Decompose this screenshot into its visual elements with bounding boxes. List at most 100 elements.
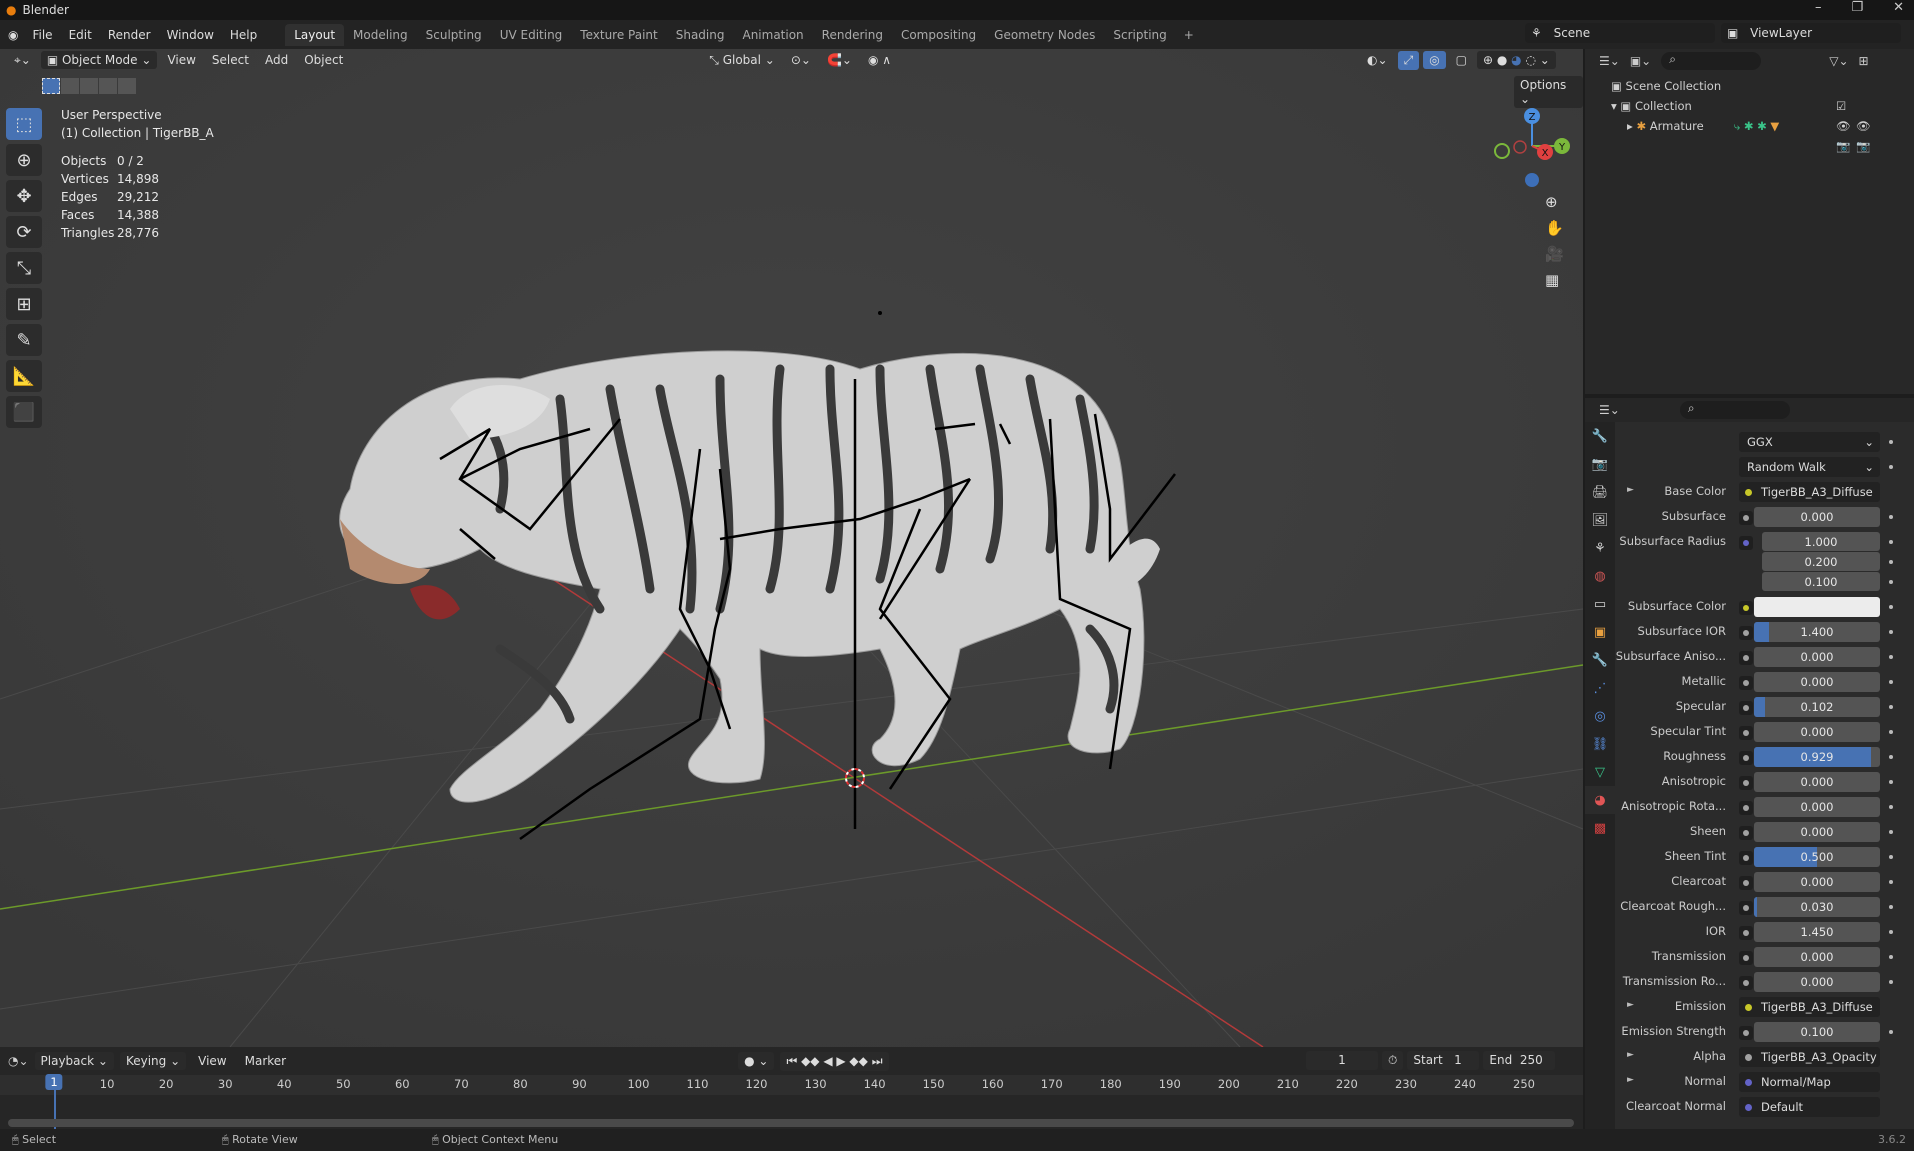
- property-value-field[interactable]: 1.400: [1754, 622, 1880, 642]
- expand-arrow-icon[interactable]: ►: [1627, 485, 1634, 495]
- tab-compositing[interactable]: Compositing: [892, 24, 985, 46]
- annotate-tool-icon[interactable]: ✎: [6, 324, 42, 356]
- menu-render[interactable]: Render: [100, 28, 159, 42]
- constraints-tab-icon[interactable]: ⛓: [1585, 730, 1615, 758]
- tab-scripting[interactable]: Scripting: [1104, 24, 1175, 46]
- tab-sculpting[interactable]: Sculpting: [417, 24, 491, 46]
- menu-object[interactable]: Object: [298, 51, 349, 69]
- socket-icon[interactable]: [1739, 1026, 1753, 1040]
- tab-rendering[interactable]: Rendering: [813, 24, 892, 46]
- outliner-item-collection[interactable]: ▾ ▣ Collection ☑ 👁 📷: [1611, 96, 1851, 153]
- socket-icon[interactable]: [1739, 726, 1753, 740]
- property-value-field[interactable]: 0.200: [1762, 552, 1880, 571]
- select-new-icon[interactable]: [42, 78, 60, 94]
- tab-uv-editing[interactable]: UV Editing: [491, 24, 572, 46]
- property-value-field[interactable]: 0.000: [1754, 672, 1880, 692]
- add-cube-tool-icon[interactable]: ⬛: [6, 396, 42, 428]
- tab-geometry-nodes[interactable]: Geometry Nodes: [985, 24, 1104, 46]
- socket-icon[interactable]: [1739, 751, 1753, 765]
- move-tool-icon[interactable]: ✥: [6, 180, 42, 212]
- render-tab-icon[interactable]: 📷: [1585, 450, 1615, 478]
- menu-view[interactable]: View: [161, 51, 201, 69]
- property-dropdown[interactable]: Random Walk ⌄: [1739, 457, 1880, 477]
- socket-icon[interactable]: [1739, 651, 1753, 665]
- menu-add[interactable]: Add: [259, 51, 294, 69]
- keyframe-dot-icon[interactable]: [1889, 655, 1893, 659]
- playback-menu[interactable]: Playback ⌄: [34, 1052, 114, 1070]
- filter-icon[interactable]: ▽⌄: [1829, 54, 1848, 68]
- options-dropdown[interactable]: Options ⌄: [1514, 76, 1583, 108]
- mode-dropdown[interactable]: ▣ Object Mode ⌄: [40, 51, 158, 69]
- ortho-toggle-icon[interactable]: ▦: [1545, 271, 1564, 289]
- linked-input[interactable]: TigerBB_A3_Opacity: [1739, 1047, 1880, 1067]
- new-collection-icon[interactable]: ⊞: [1859, 54, 1869, 68]
- socket-icon[interactable]: [1739, 876, 1753, 890]
- preview-range-icon[interactable]: ⏱: [1382, 1051, 1404, 1070]
- outliner-display-mode-icon[interactable]: ☰⌄: [1599, 54, 1620, 68]
- close-button[interactable]: ✕: [1893, 0, 1904, 15]
- property-value-field[interactable]: 0.000: [1754, 972, 1880, 992]
- rotate-tool-icon[interactable]: ⟳: [6, 216, 42, 248]
- keyframe-dot-icon[interactable]: [1889, 805, 1893, 809]
- particles-tab-icon[interactable]: ⋰: [1585, 674, 1615, 702]
- scale-tool-icon[interactable]: ⤡: [6, 252, 42, 284]
- property-dropdown[interactable]: GGX ⌄: [1739, 432, 1880, 452]
- world-tab-icon[interactable]: ◍: [1585, 562, 1615, 590]
- socket-icon[interactable]: [1739, 951, 1753, 965]
- property-value-field[interactable]: 0.000: [1754, 647, 1880, 667]
- socket-icon[interactable]: [1739, 776, 1753, 790]
- tab-layout[interactable]: Layout: [285, 23, 345, 46]
- maximize-button[interactable]: ❐: [1851, 0, 1863, 15]
- keyframe-dot-icon[interactable]: [1889, 515, 1893, 519]
- tool-tab-icon[interactable]: 🔧: [1585, 422, 1615, 450]
- select-box-tool-icon[interactable]: ⬚: [6, 108, 42, 140]
- modifier-tab-icon[interactable]: 🔧: [1585, 646, 1615, 674]
- scene-selector[interactable]: ⚘ Scene: [1525, 23, 1715, 43]
- keyframe-dot-icon[interactable]: [1889, 680, 1893, 684]
- select-invert-icon[interactable]: [99, 78, 117, 94]
- tab-shading[interactable]: Shading: [667, 24, 734, 46]
- material-tab-icon[interactable]: ◕: [1585, 786, 1615, 814]
- keyframe-dot-icon[interactable]: [1889, 955, 1893, 959]
- keyframe-dot-icon[interactable]: [1889, 560, 1893, 564]
- cursor-tool-icon[interactable]: ⊕: [6, 144, 42, 176]
- timeline-scrollbar[interactable]: [8, 1119, 1574, 1127]
- 3d-viewport[interactable]: Z Y X ⊕ ✋ 🎥 ▦ Options ⌄: [0, 49, 1583, 1047]
- socket-icon[interactable]: [1739, 701, 1753, 715]
- property-value-field[interactable]: 0.102: [1754, 697, 1880, 717]
- tab-texture-paint[interactable]: Texture Paint: [571, 24, 666, 46]
- outliner-item-armature[interactable]: ▸ ✱ Armature ⤷ ✱ ✱ ▼ 👁 📷: [1611, 116, 1871, 153]
- keyframe-dot-icon[interactable]: [1889, 540, 1893, 544]
- property-value-field[interactable]: 0.000: [1754, 872, 1880, 892]
- property-value-field[interactable]: 0.929: [1754, 747, 1880, 767]
- keyframe-dot-icon[interactable]: [1889, 905, 1893, 909]
- expand-arrow-icon[interactable]: ►: [1627, 1000, 1634, 1010]
- shading-mode-icons[interactable]: ⊕ ● ◕ ◌ ⌄: [1477, 51, 1556, 69]
- socket-icon[interactable]: [1739, 976, 1753, 990]
- start-frame-field[interactable]: Start 1: [1407, 1051, 1480, 1070]
- socket-icon[interactable]: [1739, 536, 1753, 550]
- socket-icon[interactable]: [1739, 801, 1753, 815]
- color-swatch[interactable]: [1754, 597, 1880, 617]
- socket-icon[interactable]: [1739, 926, 1753, 940]
- playback-controls[interactable]: ⏮ ◆◆ ◀ ▶ ◆◆ ⏭: [780, 1051, 889, 1071]
- camera-view-icon[interactable]: 🎥: [1545, 245, 1564, 263]
- collection-tab-icon[interactable]: ▭: [1585, 590, 1615, 618]
- xray-icon[interactable]: ▢: [1450, 51, 1473, 69]
- visibility-icon[interactable]: ◐⌄: [1361, 51, 1394, 69]
- keyframe-dot-icon[interactable]: [1889, 930, 1893, 934]
- scene-tab-icon[interactable]: ⚘: [1585, 534, 1615, 562]
- linked-input[interactable]: Default: [1739, 1097, 1880, 1117]
- keyframe-dot-icon[interactable]: [1889, 440, 1893, 444]
- properties-search-input[interactable]: ⌕: [1679, 401, 1790, 419]
- linked-input[interactable]: TigerBB_A3_Diffuse: [1739, 997, 1880, 1017]
- property-value-field[interactable]: 0.000: [1754, 947, 1880, 967]
- expand-arrow-icon[interactable]: ►: [1627, 1075, 1634, 1085]
- socket-icon[interactable]: [1739, 511, 1753, 525]
- proportional-edit-icon[interactable]: ◉ ∧: [862, 51, 897, 69]
- property-value-field[interactable]: 1.450: [1754, 922, 1880, 942]
- keyframe-dot-icon[interactable]: [1889, 630, 1893, 634]
- socket-icon[interactable]: [1739, 851, 1753, 865]
- pan-view-icon[interactable]: ✋: [1545, 219, 1564, 237]
- menu-select[interactable]: Select: [206, 51, 255, 69]
